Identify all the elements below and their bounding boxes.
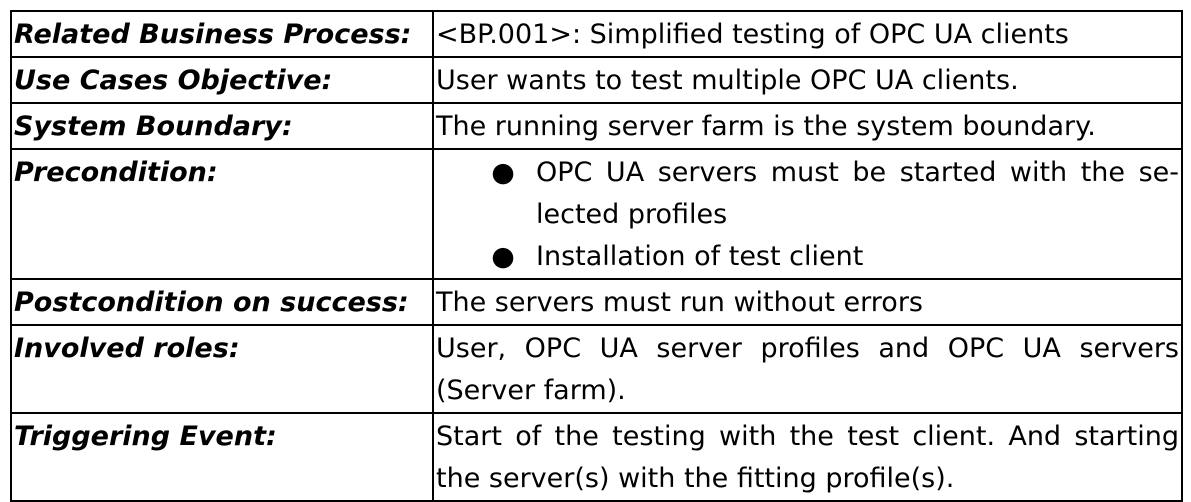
row-label: Related Business Process: bbox=[10, 10, 434, 58]
list-item: ● OPC UA servers must be started with th… bbox=[436, 152, 1179, 236]
row-value: Start of the testing with the test clien… bbox=[432, 412, 1183, 502]
table-row-system-boundary: System Boundary: The running server farm… bbox=[10, 102, 1183, 150]
row-value: User, OPC UA server profiles and OPC UA … bbox=[432, 324, 1183, 414]
table-row-involved-roles: Involved roles: User, OPC UA server prof… bbox=[10, 324, 1183, 414]
row-label: Use Cases Objective: bbox=[10, 56, 434, 104]
bullet-icon: ● bbox=[491, 157, 515, 188]
row-label: Involved roles: bbox=[10, 324, 434, 414]
row-label: Precondition: bbox=[10, 148, 434, 280]
table-row-use-cases-objective: Use Cases Objective: User wants to test … bbox=[10, 56, 1183, 104]
row-label: System Boundary: bbox=[10, 102, 434, 150]
table-row-related-business-process: Related Business Process: <BP.001>: Simp… bbox=[10, 10, 1183, 58]
row-label: Triggering Event: bbox=[10, 412, 434, 502]
row-label: Postcondition on success: bbox=[10, 278, 434, 326]
row-value: The servers must run without errors bbox=[432, 278, 1183, 326]
table-row-precondition: Precondition: ● OPC UA servers must be s… bbox=[10, 148, 1183, 280]
bullet-icon: ● bbox=[491, 241, 515, 272]
list-item-text: Installation of test client bbox=[536, 241, 864, 272]
table-row-postcondition: Postcondition on success: The servers mu… bbox=[10, 278, 1183, 326]
use-case-table: Related Business Process: <BP.001>: Simp… bbox=[10, 10, 1183, 502]
list-item-text: OPC UA servers must be started with the … bbox=[536, 157, 1179, 230]
row-value: The running server farm is the system bo… bbox=[432, 102, 1183, 150]
row-value: <BP.001>: Simplified testing of OPC UA c… bbox=[432, 10, 1183, 58]
list-item: ● Installation of test client bbox=[436, 236, 1179, 278]
table-row-triggering-event: Triggering Event: Start of the testing w… bbox=[10, 412, 1183, 502]
row-value: User wants to test multiple OPC UA clien… bbox=[432, 56, 1183, 104]
precondition-list: ● OPC UA servers must be started with th… bbox=[436, 152, 1179, 278]
row-value: ● OPC UA servers must be started with th… bbox=[432, 148, 1183, 280]
